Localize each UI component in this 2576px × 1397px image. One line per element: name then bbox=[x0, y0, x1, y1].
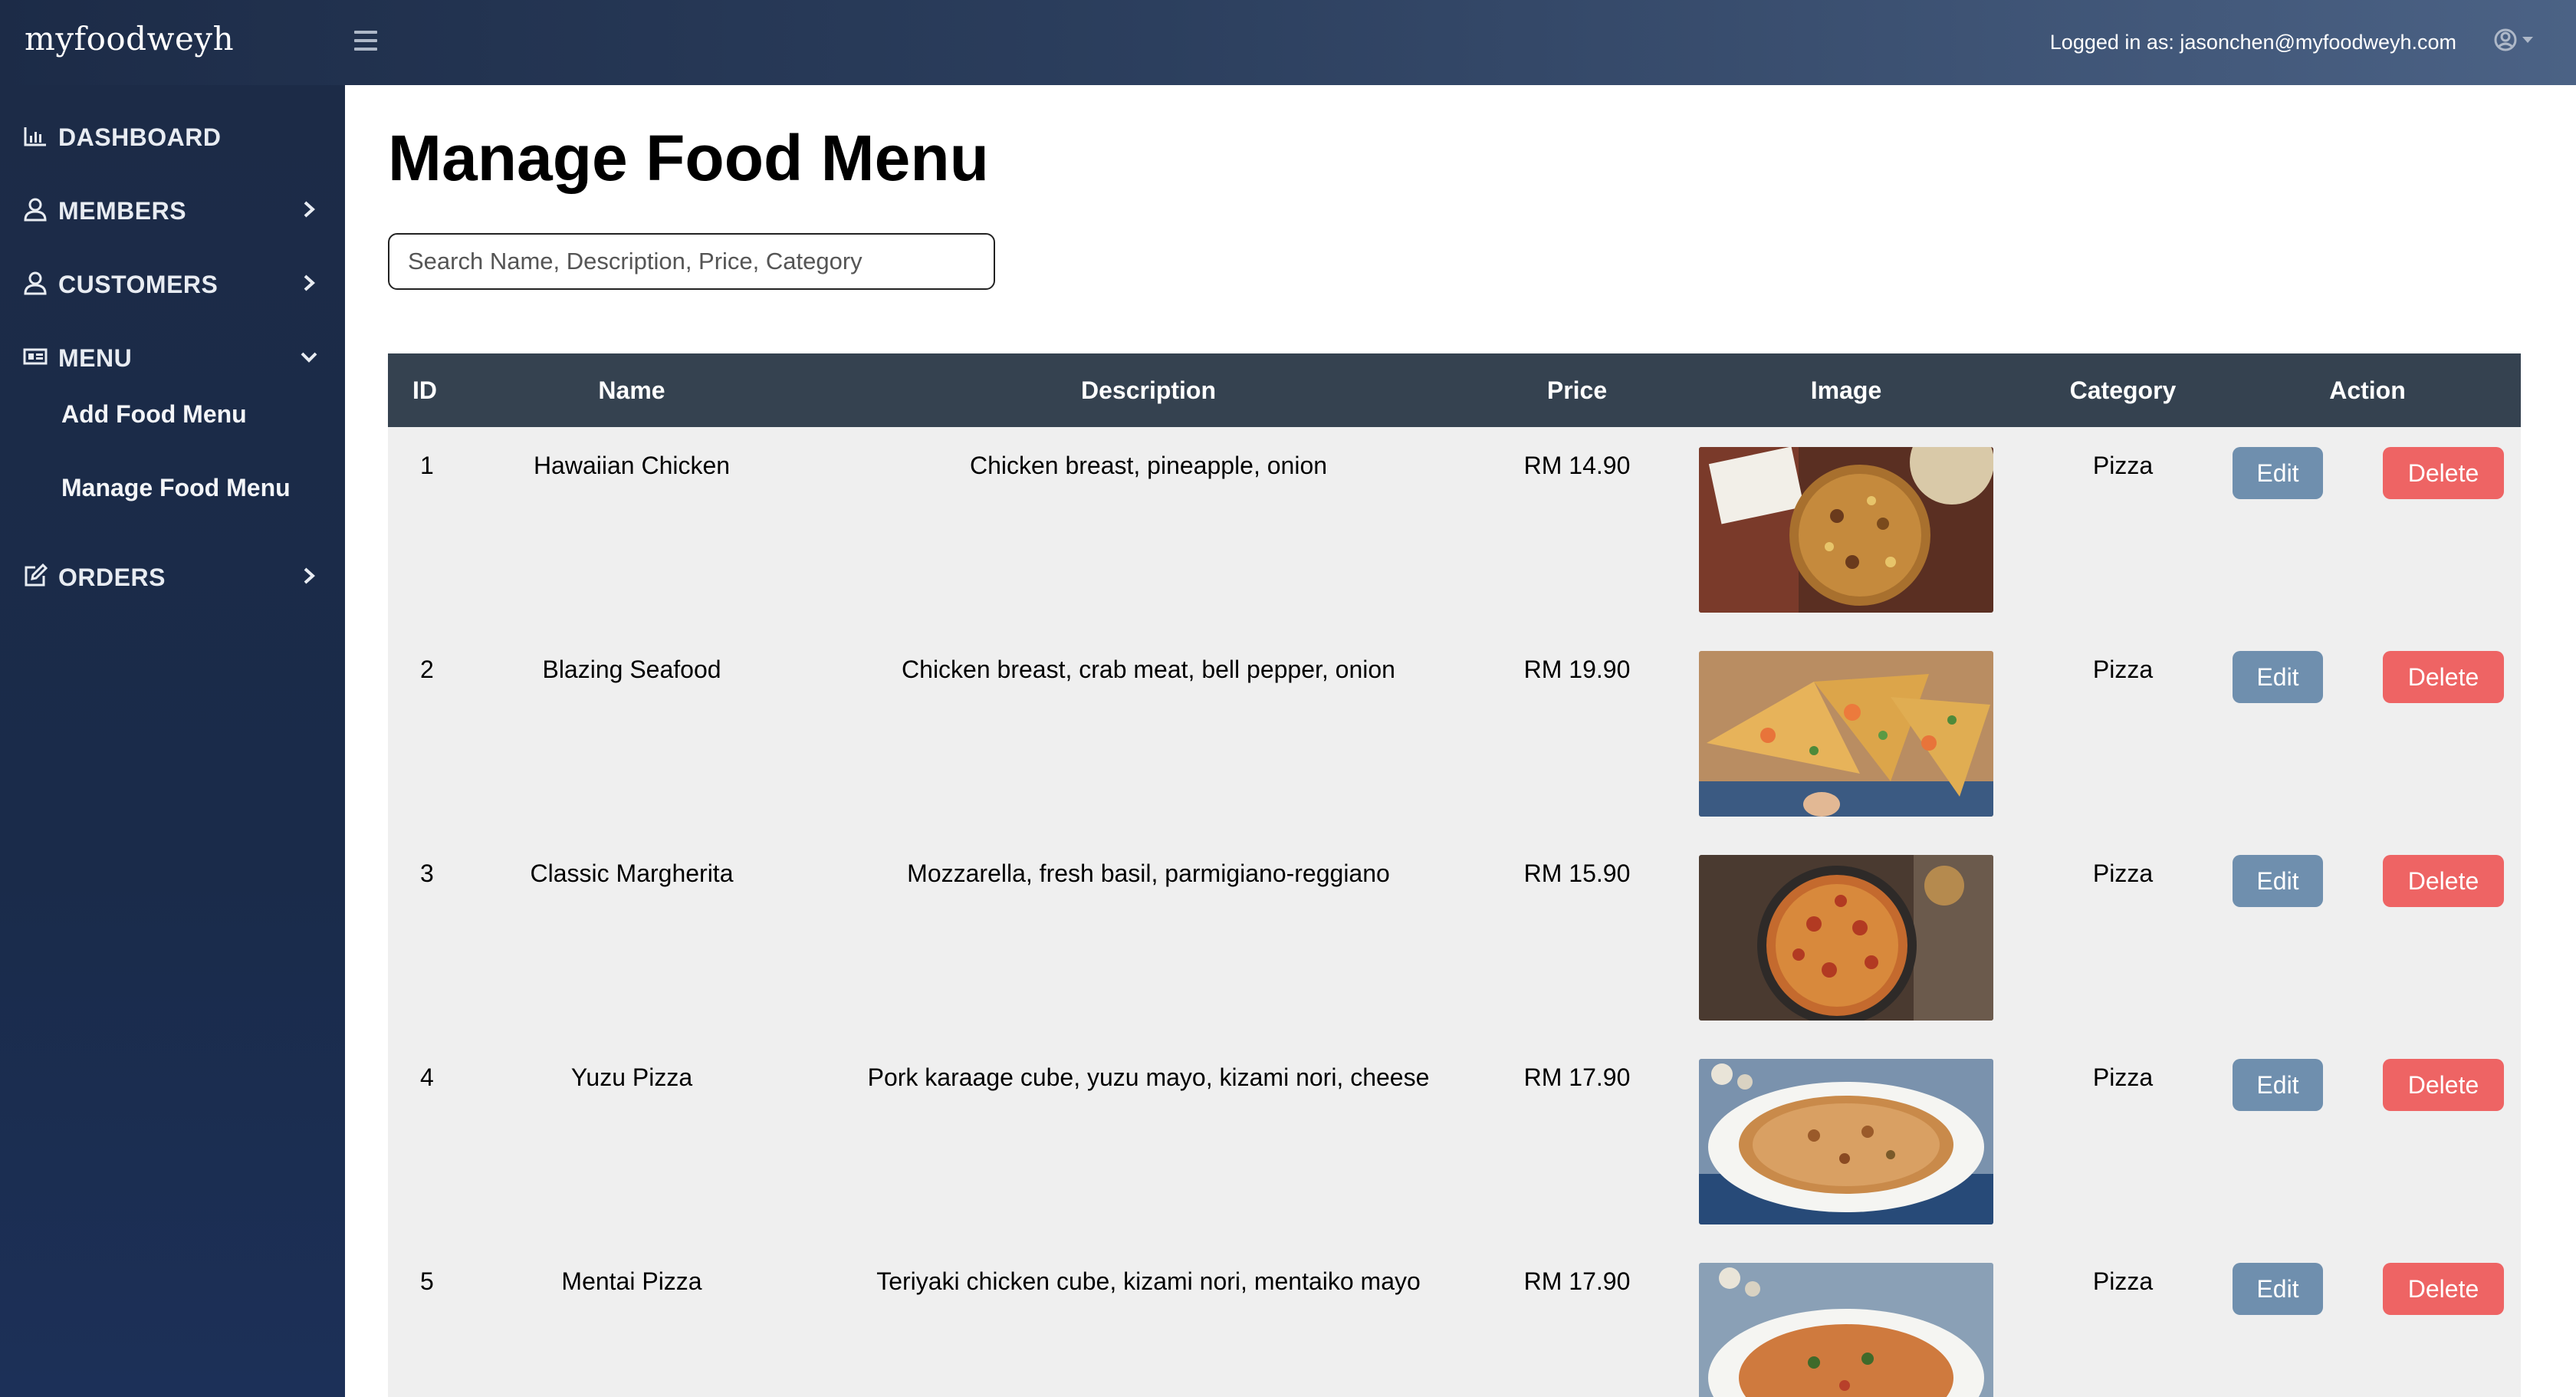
sidebar-item-label: DASHBOARD bbox=[58, 123, 222, 151]
table-row: 4 Yuzu Pizza Pork karaage cube, yuzu may… bbox=[388, 1039, 2521, 1243]
pizza-image bbox=[1699, 447, 1993, 613]
table-header-row: ID Name Description Price Image Category… bbox=[388, 353, 2521, 427]
cell-action: Edit Delete bbox=[2214, 631, 2521, 835]
sidebar-item-dashboard[interactable]: DASHBOARD bbox=[0, 105, 345, 166]
delete-button[interactable]: Delete bbox=[2383, 1263, 2504, 1315]
table-row: 5 Mentai Pizza Teriyaki chicken cube, ki… bbox=[388, 1243, 2521, 1397]
cell-category: Pizza bbox=[2092, 1267, 2154, 1295]
edit-button[interactable]: Edit bbox=[2233, 855, 2323, 907]
chevron-down-icon bbox=[301, 352, 317, 363]
cell-action: Edit Delete bbox=[2214, 1243, 2521, 1397]
sidebar-item-members[interactable]: MEMBERS bbox=[0, 179, 345, 240]
cell-description: Chicken breast, crab meat, bell pepper, … bbox=[902, 656, 1395, 683]
cell-name: Mentai Pizza bbox=[561, 1267, 702, 1295]
user-circle-icon bbox=[2494, 28, 2533, 51]
column-header-price[interactable]: Price bbox=[1493, 353, 1661, 427]
table-row: 3 Classic Margherita Mozzarella, fresh b… bbox=[388, 835, 2521, 1039]
cell-description: Pork karaage cube, yuzu mayo, kizami nor… bbox=[867, 1063, 1430, 1091]
search-input[interactable] bbox=[388, 233, 995, 290]
cell-action: Edit Delete bbox=[2214, 835, 2521, 1039]
edit-button[interactable]: Edit bbox=[2233, 1059, 2323, 1111]
sidebar-item-menu[interactable]: MENU bbox=[0, 326, 345, 387]
cell-id: 3 bbox=[420, 860, 434, 887]
menu-card-icon bbox=[23, 348, 48, 365]
table-row: 1 Hawaiian Chicken Chicken breast, pinea… bbox=[388, 427, 2521, 631]
delete-button[interactable]: Delete bbox=[2383, 447, 2504, 499]
cell-price: RM 14.90 bbox=[1523, 452, 1631, 479]
pizza-image bbox=[1699, 1059, 1993, 1224]
delete-button[interactable]: Delete bbox=[2383, 651, 2504, 703]
food-menu-table: ID Name Description Price Image Category… bbox=[388, 353, 2521, 1397]
column-header-id[interactable]: ID bbox=[388, 353, 460, 427]
cell-image bbox=[1661, 631, 2032, 835]
table-row: 2 Blazing Seafood Chicken breast, crab m… bbox=[388, 631, 2521, 835]
top-bar: myfoodweyh Logged in as: jasonchen@myfoo… bbox=[0, 0, 2576, 85]
cell-id: 4 bbox=[420, 1063, 434, 1091]
sidebar-item-customers[interactable]: CUSTOMERS bbox=[0, 252, 345, 314]
cell-name: Hawaiian Chicken bbox=[533, 452, 731, 479]
column-header-category[interactable]: Category bbox=[2032, 353, 2214, 427]
cell-image bbox=[1661, 835, 2032, 1039]
cell-image bbox=[1661, 1039, 2032, 1243]
chevron-right-icon bbox=[304, 274, 315, 291]
cell-description: Chicken breast, pineapple, onion bbox=[969, 452, 1328, 479]
bar-chart-icon bbox=[24, 127, 46, 146]
user-icon bbox=[24, 271, 47, 295]
page-title: Manage Food Menu bbox=[388, 122, 989, 194]
cell-action: Edit Delete bbox=[2214, 1039, 2521, 1243]
column-header-action[interactable]: Action bbox=[2214, 353, 2521, 427]
pizza-image bbox=[1699, 651, 1993, 817]
cell-price: RM 17.90 bbox=[1523, 1063, 1631, 1091]
chevron-right-icon bbox=[304, 201, 315, 218]
cell-image bbox=[1661, 427, 2032, 631]
edit-button[interactable]: Edit bbox=[2233, 447, 2323, 499]
cell-price: RM 17.90 bbox=[1523, 1267, 1631, 1295]
cell-name: Yuzu Pizza bbox=[570, 1063, 693, 1091]
cell-description: Mozzarella, fresh basil, parmigiano-regg… bbox=[907, 860, 1390, 887]
column-header-description[interactable]: Description bbox=[803, 353, 1493, 427]
pizza-image bbox=[1699, 1263, 1993, 1397]
sidebar-subitem-add-food-menu[interactable]: Add Food Menu bbox=[61, 400, 247, 429]
cell-name: Classic Margherita bbox=[530, 860, 734, 887]
user-icon bbox=[24, 198, 47, 222]
cell-category: Pizza bbox=[2092, 452, 2154, 479]
sidebar-subitem-manage-food-menu[interactable]: Manage Food Menu bbox=[61, 474, 291, 502]
cell-category: Pizza bbox=[2092, 860, 2154, 887]
sidebar-item-orders[interactable]: ORDERS bbox=[0, 545, 345, 606]
cell-price: RM 15.90 bbox=[1523, 860, 1631, 887]
edit-button[interactable]: Edit bbox=[2233, 1263, 2323, 1315]
delete-button[interactable]: Delete bbox=[2383, 855, 2504, 907]
edit-icon bbox=[25, 564, 48, 587]
pizza-image bbox=[1699, 855, 1993, 1021]
sidebar-item-label: MEMBERS bbox=[58, 197, 187, 225]
delete-button[interactable]: Delete bbox=[2383, 1059, 2504, 1111]
brand-logo[interactable]: myfoodweyh bbox=[25, 20, 234, 58]
cell-id: 5 bbox=[420, 1267, 434, 1295]
cell-image bbox=[1661, 1243, 2032, 1397]
edit-button[interactable]: Edit bbox=[2233, 651, 2323, 703]
cell-description: Teriyaki chicken cube, kizami nori, ment… bbox=[876, 1267, 1421, 1295]
cell-id: 1 bbox=[420, 452, 434, 479]
cell-category: Pizza bbox=[2092, 1063, 2154, 1091]
sidebar-item-label: ORDERS bbox=[58, 564, 166, 591]
cell-name: Blazing Seafood bbox=[542, 656, 721, 683]
cell-category: Pizza bbox=[2092, 656, 2154, 683]
sidebar-item-label: CUSTOMERS bbox=[58, 271, 219, 298]
sidebar-item-label: MENU bbox=[58, 344, 133, 372]
cell-id: 2 bbox=[420, 656, 434, 683]
column-header-name[interactable]: Name bbox=[460, 353, 803, 427]
hamburger-menu-icon[interactable] bbox=[354, 31, 377, 52]
sidebar: DASHBOARD MEMBERS CUSTOMERS MENU Add Foo… bbox=[0, 85, 345, 1397]
user-account-dropdown[interactable] bbox=[2493, 27, 2539, 54]
chevron-right-icon bbox=[304, 567, 315, 584]
column-header-image[interactable]: Image bbox=[1661, 353, 2032, 427]
cell-price: RM 19.90 bbox=[1523, 656, 1631, 683]
logged-in-label: Logged in as: jasonchen@myfoodweyh.com bbox=[2049, 31, 2456, 54]
cell-action: Edit Delete bbox=[2214, 427, 2521, 631]
